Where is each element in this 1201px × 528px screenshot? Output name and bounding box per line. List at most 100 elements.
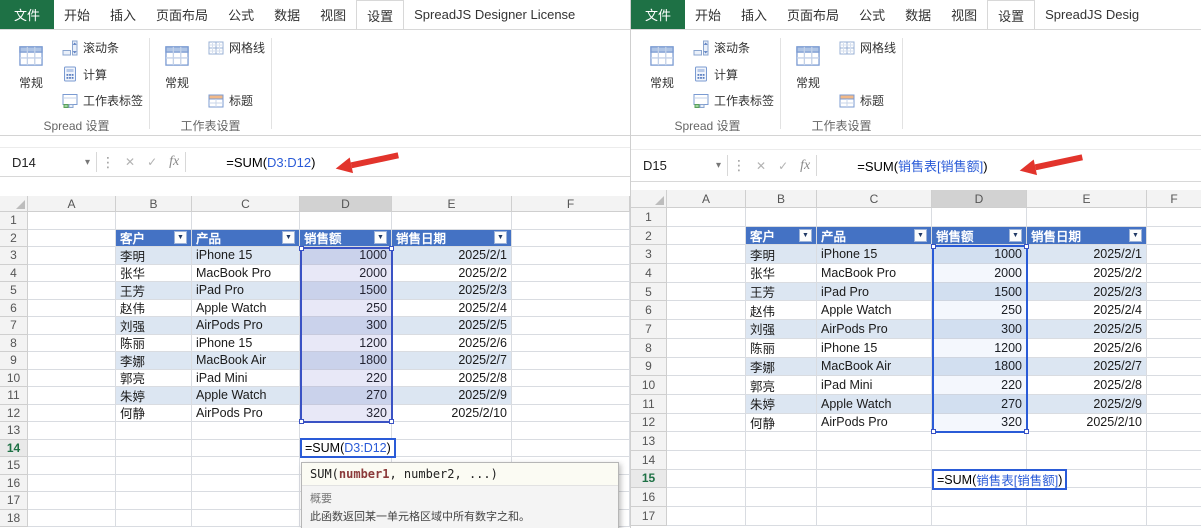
cell-C6[interactable]: Apple Watch bbox=[817, 301, 932, 321]
cell-E10[interactable]: 2025/2/8 bbox=[1027, 376, 1147, 395]
cell-B2[interactable]: 客户 ▼ bbox=[116, 229, 192, 247]
cell-D1[interactable] bbox=[932, 208, 1027, 227]
cell-E4[interactable]: 2025/2/2 bbox=[392, 264, 512, 282]
cell-E1[interactable] bbox=[1027, 208, 1147, 227]
cell-B5[interactable]: 王芳 bbox=[746, 282, 817, 302]
cell-A5[interactable] bbox=[28, 282, 116, 300]
cell-A12[interactable] bbox=[28, 404, 116, 422]
row-header-2[interactable]: 2 bbox=[631, 226, 667, 246]
cell-B9[interactable]: 李娜 bbox=[746, 357, 817, 377]
cell-B10[interactable]: 郭亮 bbox=[746, 376, 817, 395]
cell-B9[interactable]: 李娜 bbox=[116, 352, 192, 370]
cell-C14[interactable] bbox=[192, 439, 300, 457]
cell-B17[interactable] bbox=[116, 492, 192, 510]
cell-A13[interactable] bbox=[667, 432, 746, 451]
cell-B7[interactable]: 刘强 bbox=[116, 317, 192, 335]
cell-B6[interactable]: 赵伟 bbox=[116, 299, 192, 317]
column-header-C[interactable]: C bbox=[817, 190, 932, 208]
cell-B14[interactable] bbox=[116, 439, 192, 457]
filter-icon[interactable]: ▼ bbox=[174, 231, 187, 245]
select-all-corner[interactable] bbox=[631, 190, 667, 208]
cell-F4[interactable] bbox=[1147, 264, 1201, 283]
cell-D4[interactable]: 2000 bbox=[300, 264, 392, 282]
cell-C1[interactable] bbox=[817, 208, 932, 227]
cell-A6[interactable] bbox=[28, 299, 116, 317]
cell-F9[interactable] bbox=[512, 352, 630, 370]
cell-D3[interactable]: 1000 bbox=[300, 247, 392, 265]
cell-A3[interactable] bbox=[28, 247, 116, 265]
cell-D11[interactable]: 270 bbox=[932, 394, 1027, 414]
ribbon-small-button[interactable]: 计算 bbox=[693, 66, 774, 83]
cell-A14[interactable] bbox=[667, 450, 746, 470]
cell-C9[interactable]: MacBook Air bbox=[192, 352, 300, 370]
row-header-6[interactable]: 6 bbox=[631, 301, 667, 321]
cell-F9[interactable] bbox=[1147, 357, 1201, 377]
cell-B15[interactable] bbox=[116, 457, 192, 475]
cell-C5[interactable]: iPad Pro bbox=[817, 282, 932, 302]
insert-function-icon[interactable]: fx bbox=[794, 158, 816, 174]
cell-A5[interactable] bbox=[667, 282, 746, 302]
cell-C7[interactable]: AirPods Pro bbox=[192, 317, 300, 335]
cell-B11[interactable]: 朱婷 bbox=[116, 387, 192, 405]
cell-C13[interactable] bbox=[817, 432, 932, 451]
cell-E16[interactable] bbox=[1027, 488, 1147, 507]
cell-B13[interactable] bbox=[746, 432, 817, 451]
row-header-14[interactable]: 14 bbox=[0, 439, 28, 457]
cell-D13[interactable] bbox=[300, 422, 392, 440]
cell-D17[interactable] bbox=[932, 507, 1027, 526]
cell-A9[interactable] bbox=[28, 352, 116, 370]
cell-F4[interactable] bbox=[512, 264, 630, 282]
row-header-8[interactable]: 8 bbox=[0, 334, 28, 352]
cell-F2[interactable] bbox=[512, 229, 630, 247]
cell-F1[interactable] bbox=[1147, 208, 1201, 227]
cell-E13[interactable] bbox=[392, 422, 512, 440]
column-header-E[interactable]: E bbox=[392, 196, 512, 212]
cell-F2[interactable] bbox=[1147, 226, 1201, 246]
cell-F6[interactable] bbox=[512, 299, 630, 317]
cell-E8[interactable]: 2025/2/6 bbox=[392, 334, 512, 352]
filter-icon[interactable]: ▼ bbox=[914, 229, 927, 243]
ribbon-tab-1[interactable]: 开始 bbox=[685, 0, 731, 29]
cell-B8[interactable]: 陈丽 bbox=[746, 338, 817, 358]
cell-B12[interactable]: 何静 bbox=[116, 404, 192, 422]
cell-F7[interactable] bbox=[1147, 320, 1201, 339]
ribbon-tab-4[interactable]: 公式 bbox=[218, 0, 264, 29]
column-header-D[interactable]: D bbox=[932, 190, 1027, 208]
cell-F7[interactable] bbox=[512, 317, 630, 335]
cell-F13[interactable] bbox=[1147, 432, 1201, 451]
filter-icon[interactable]: ▼ bbox=[1129, 229, 1142, 243]
ribbon-small-button[interactable]: 网格线 bbox=[839, 39, 896, 56]
cell-D16[interactable] bbox=[932, 488, 1027, 507]
cell-B11[interactable]: 朱婷 bbox=[746, 394, 817, 414]
cell-E2[interactable]: 销售日期 ▼ bbox=[392, 229, 512, 247]
cell-F17[interactable] bbox=[1147, 507, 1201, 526]
cancel-icon[interactable]: ✕ bbox=[119, 155, 141, 169]
cell-A15[interactable] bbox=[667, 469, 746, 489]
cell-D14[interactable] bbox=[932, 450, 1027, 470]
cell-B7[interactable]: 刘强 bbox=[746, 320, 817, 339]
name-box[interactable]: D14 ▾ bbox=[0, 148, 96, 176]
column-header-B[interactable]: B bbox=[116, 196, 192, 212]
cell-B14[interactable] bbox=[746, 450, 817, 470]
cell-D9[interactable]: 1800 bbox=[300, 352, 392, 370]
cell-A7[interactable] bbox=[667, 320, 746, 339]
cell-B13[interactable] bbox=[116, 422, 192, 440]
cell-D5[interactable]: 1500 bbox=[932, 282, 1027, 302]
ribbon-tab-7[interactable]: 设置 bbox=[356, 0, 405, 29]
cell-C10[interactable]: iPad Mini bbox=[817, 376, 932, 395]
cell-E1[interactable] bbox=[392, 212, 512, 230]
cell-F13[interactable] bbox=[512, 422, 630, 440]
cell-D11[interactable]: 270 bbox=[300, 387, 392, 405]
ribbon-big-button[interactable]: 常规 bbox=[787, 35, 829, 91]
cell-D3[interactable]: 1000 bbox=[932, 245, 1027, 265]
cell-A16[interactable] bbox=[667, 488, 746, 507]
cell-C1[interactable] bbox=[192, 212, 300, 230]
cell-F12[interactable] bbox=[1147, 413, 1201, 433]
filter-icon[interactable]: ▼ bbox=[1009, 229, 1022, 243]
ribbon-small-button[interactable]: 标题 bbox=[839, 92, 896, 109]
row-header-11[interactable]: 11 bbox=[631, 394, 667, 414]
cell-F10[interactable] bbox=[512, 369, 630, 387]
cell-A9[interactable] bbox=[667, 357, 746, 377]
row-header-17[interactable]: 17 bbox=[631, 507, 667, 526]
row-header-15[interactable]: 15 bbox=[631, 469, 667, 489]
